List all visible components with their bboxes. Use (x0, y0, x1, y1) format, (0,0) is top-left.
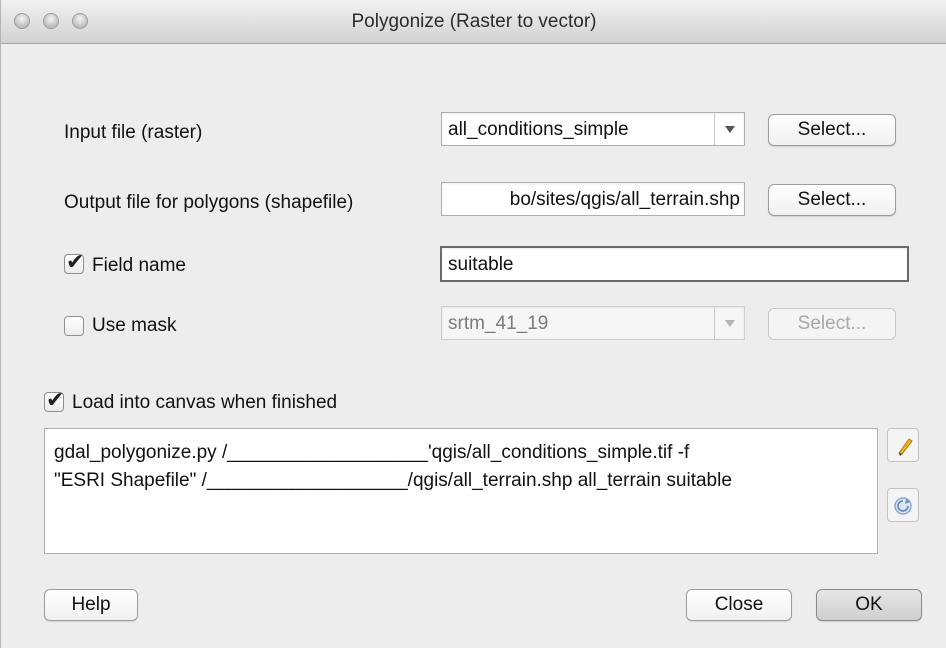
close-button[interactable]: Close (686, 589, 792, 621)
field-name-checkbox[interactable]: ✔ (64, 250, 84, 274)
input-file-dropdown[interactable] (714, 113, 744, 145)
input-file-label: Input file (raster) (64, 122, 203, 143)
mask-combobox: srtm_41_19 (441, 306, 745, 340)
mask-select-button: Select... (768, 308, 896, 340)
title-bar: Polygonize (Raster to vector) (1, 0, 946, 44)
pencil-icon (898, 438, 913, 456)
polygonize-dialog: Polygonize (Raster to vector) Input file… (0, 0, 946, 648)
refresh-icon (894, 497, 912, 515)
reset-command-button[interactable] (887, 488, 919, 522)
use-mask-label: Use mask (92, 315, 177, 336)
checkmark-icon: ✔ (46, 387, 65, 412)
checkmark-icon: ✔ (66, 249, 85, 274)
command-line-1: gdal_polygonize.py /___________________'… (54, 442, 690, 463)
field-name-label: Field name (92, 255, 186, 276)
output-file-field[interactable]: bo/sites/qgis/all_terrain.shp (441, 182, 745, 216)
output-file-label: Output file for polygons (shapefile) (64, 192, 354, 213)
load-canvas-checkbox[interactable]: ✔ (44, 388, 64, 412)
window-title: Polygonize (Raster to vector) (351, 11, 597, 32)
mask-value: srtm_41_19 (448, 313, 549, 334)
field-name-value: suitable (448, 254, 514, 275)
chevron-down-icon (725, 126, 735, 133)
mask-dropdown (714, 307, 744, 339)
input-file-combobox[interactable]: all_conditions_simple (441, 112, 745, 146)
use-mask-checkbox[interactable] (64, 316, 84, 336)
chevron-down-icon (725, 320, 735, 327)
command-textbox[interactable]: gdal_polygonize.py /___________________'… (44, 428, 878, 554)
output-file-value: bo/sites/qgis/all_terrain.shp (509, 189, 740, 210)
edit-command-button[interactable] (887, 428, 919, 462)
load-canvas-label: Load into canvas when finished (72, 392, 338, 413)
input-file-select-button[interactable]: Select... (768, 114, 896, 146)
help-button[interactable]: Help (44, 589, 138, 621)
command-line-2: "ESRI Shapefile" /___________________/qg… (54, 470, 732, 491)
output-file-select-button[interactable]: Select... (768, 184, 896, 216)
field-name-input[interactable]: suitable (440, 246, 909, 282)
ok-button[interactable]: OK (816, 589, 922, 621)
input-file-value: all_conditions_simple (448, 119, 629, 140)
